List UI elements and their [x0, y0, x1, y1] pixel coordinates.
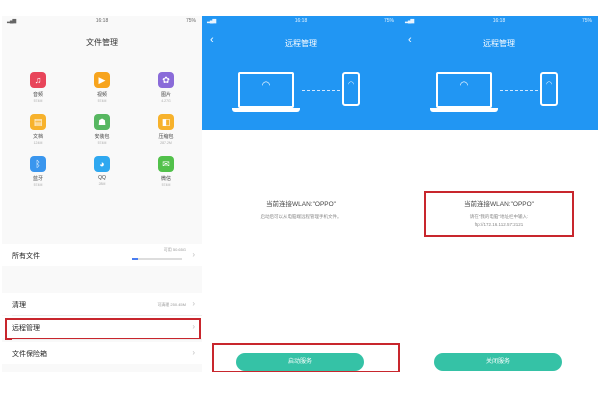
remote-management-screen-off: ▂▄▆ 16:18 75% ‹ 远程管理 ◠ ◠ 当前连接WLAN:"OPPO"…	[202, 16, 400, 372]
category-qq[interactable]: ◕ QQ 28M	[70, 156, 134, 186]
status-bar: ▂▄▆ 16:18 75%	[400, 16, 598, 26]
wifi-icon: ◠	[261, 80, 271, 91]
wechat-icon: ✉	[158, 156, 174, 172]
highlight-box	[212, 343, 400, 372]
all-files-label: 所有文件	[12, 253, 40, 260]
qq-icon: ◕	[94, 156, 110, 172]
cleanup-row[interactable]: 清理 可清理 250.45M ›	[2, 293, 202, 315]
chevron-right-icon: ›	[192, 348, 195, 357]
wlan-status: 当前连接WLAN:"OPPO"	[266, 201, 336, 208]
archive-icon: ◧	[158, 114, 174, 130]
storage-progress-bar	[132, 258, 182, 260]
category-archives[interactable]: ◧ 压缩包 287.2M	[134, 114, 198, 145]
document-icon: ▤	[30, 114, 46, 130]
category-wechat[interactable]: ✉ 微信 574M	[134, 156, 198, 187]
all-files-row[interactable]: 所有文件 可用 50.65G ›	[2, 244, 202, 266]
category-label: 压缩包	[158, 134, 174, 140]
category-label: 微信	[160, 176, 171, 182]
header-illustration: ▂▄▆ 16:18 75% ‹ 远程管理 ◠ ◠	[202, 16, 400, 130]
category-size: 574M	[97, 141, 107, 145]
category-label: 视频	[96, 92, 107, 98]
file-safe-row[interactable]: 文件保险箱 ›	[2, 342, 202, 364]
category-size: 574M	[33, 99, 43, 103]
category-size: 4.27G	[161, 99, 171, 103]
chevron-right-icon: ›	[192, 250, 195, 259]
status-time: 16:18	[492, 18, 506, 24]
status-time: 16:18	[95, 18, 109, 24]
category-audio[interactable]: ♫ 音频 574M	[6, 72, 70, 103]
chevron-right-icon: ›	[192, 299, 195, 308]
status-bar: ▂▄▆ 16:18 75%	[2, 16, 202, 26]
storage-progress-fill	[132, 258, 138, 260]
category-label: 安装包	[94, 134, 110, 140]
laptop-base	[430, 108, 498, 112]
category-label: 音频	[32, 92, 43, 98]
page-title: 远程管理	[483, 39, 515, 48]
header-illustration: ▂▄▆ 16:18 75% ‹ 远程管理 ◠ ◠	[400, 16, 598, 130]
status-bar: ▂▄▆ 16:18 75%	[202, 16, 400, 26]
file-safe-label: 文件保险箱	[12, 351, 47, 358]
phone-icon	[540, 72, 558, 106]
category-size: 124M	[33, 141, 43, 145]
cleanup-size: 可清理 250.45M	[157, 302, 186, 307]
battery-level: 75%	[185, 18, 196, 24]
instruction-text: 启动后可以从电脑端远程管理手机文件。	[260, 214, 342, 219]
android-icon: ☗	[94, 114, 110, 130]
category-label: 图片	[160, 92, 171, 98]
phone-icon	[342, 72, 360, 106]
highlight-box	[5, 318, 201, 340]
page-title: 文件管理	[86, 38, 118, 47]
bluetooth-icon: ᛒ	[30, 156, 46, 172]
storage-free-text: 可用 50.65G	[163, 247, 186, 252]
wifi-icon: ◠	[459, 80, 469, 91]
file-manager-screen: ▂▄▆ 16:18 75% 文件管理 ♫ 音频 574M ▶ 视频 574M ✿…	[2, 16, 202, 372]
stop-service-button[interactable]: 关闭服务	[434, 353, 562, 371]
divider	[12, 339, 202, 340]
category-size: 574M	[33, 183, 43, 187]
status-time: 16:18	[294, 18, 308, 24]
category-bluetooth[interactable]: ᛒ 蓝牙 574M	[6, 156, 70, 187]
category-size: 287.2M	[160, 141, 172, 145]
category-label: QQ	[98, 175, 106, 181]
page-title: 远程管理	[285, 39, 317, 48]
video-icon: ▶	[94, 72, 110, 88]
cleanup-label: 清理	[12, 302, 26, 309]
category-label: 蓝牙	[32, 176, 43, 182]
battery-level: 75%	[581, 18, 592, 24]
music-icon: ♫	[30, 72, 46, 88]
wifi-icon: ◠	[347, 81, 355, 88]
connection-line	[302, 90, 340, 91]
category-size: 574M	[97, 99, 107, 103]
category-label: 文档	[32, 134, 43, 140]
connection-line	[500, 90, 538, 91]
category-documents[interactable]: ▤ 文档 124M	[6, 114, 70, 145]
category-images[interactable]: ✿ 图片 4.27G	[134, 72, 198, 103]
category-apk[interactable]: ☗ 安装包 574M	[70, 114, 134, 145]
category-video[interactable]: ▶ 视频 574M	[70, 72, 134, 103]
highlight-box	[424, 191, 574, 237]
category-size: 574M	[161, 183, 171, 187]
image-icon: ✿	[158, 72, 174, 88]
wifi-icon: ◠	[545, 81, 553, 88]
category-size: 28M	[98, 182, 106, 186]
laptop-base	[232, 108, 300, 112]
battery-level: 75%	[383, 18, 394, 24]
remote-management-screen-on: ▂▄▆ 16:18 75% ‹ 远程管理 ◠ ◠ 当前连接WLAN:"OPPO"…	[400, 16, 598, 372]
